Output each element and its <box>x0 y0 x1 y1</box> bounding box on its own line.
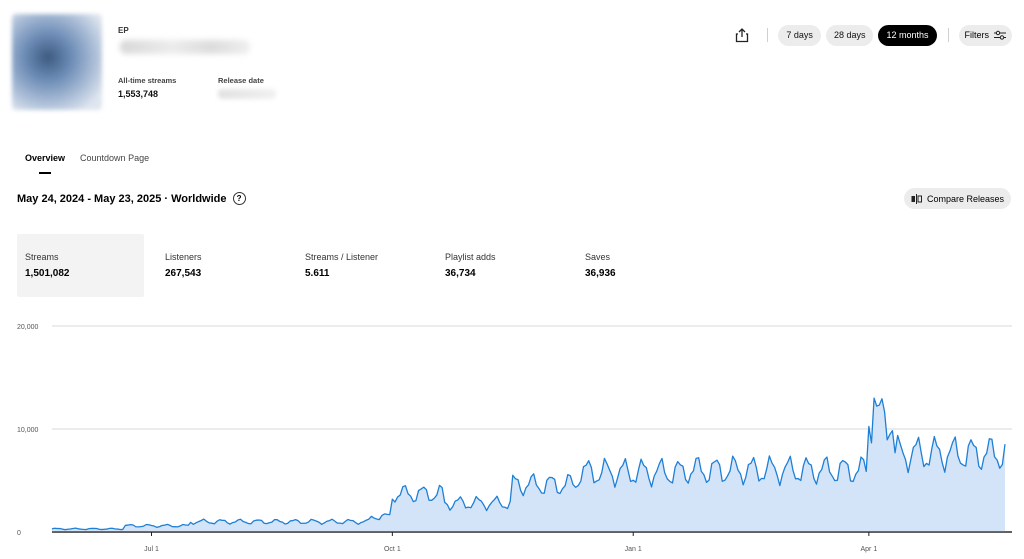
all-time-streams-label: All-time streams <box>118 76 177 85</box>
x-tick-label: Jul 1 <box>144 546 159 553</box>
stats-row: Streams 1,501,082 Listeners 267,543 Stre… <box>17 234 717 297</box>
release-header: EP All-time streams 1,553,748 Release da… <box>0 0 1024 120</box>
release-date-redacted <box>218 89 276 99</box>
toolbar-divider <box>767 28 769 42</box>
stat-value: 267,543 <box>165 268 202 279</box>
stat-label: Listeners <box>165 252 202 262</box>
stat-value: 1,501,082 <box>25 268 70 279</box>
x-tick-label: Apr 1 <box>860 546 877 553</box>
range-28-days-button[interactable]: 28 days <box>825 24 874 46</box>
compare-releases-button[interactable]: Compare Releases <box>903 188 1011 209</box>
range-12-months-button[interactable]: 12 months <box>878 24 937 46</box>
stat-label: Streams / Listener <box>305 252 379 262</box>
share-icon <box>736 27 749 42</box>
toolbar-divider <box>947 28 949 42</box>
tab-overview[interactable]: Overview <box>25 153 65 174</box>
release-title-redacted <box>120 40 250 54</box>
stat-playlist-adds[interactable]: Playlist adds 36,734 <box>437 234 564 297</box>
streams-chart: 0 10,000 20,000 Jul 1 Oct 1 Jan 1 Apr 1 <box>0 316 1024 559</box>
stat-label: Playlist adds <box>445 252 496 262</box>
tab-countdown-page[interactable]: Countdown Page <box>80 153 149 169</box>
release-type: EP <box>118 26 129 35</box>
compare-releases-label: Compare Releases <box>926 193 1004 204</box>
y-tick-label: 0 <box>17 530 21 537</box>
help-icon[interactable]: ? <box>232 192 246 205</box>
stat-saves[interactable]: Saves 36,936 <box>577 234 704 297</box>
range-7-days-button[interactable]: 7 days <box>778 24 821 46</box>
x-tick-label: Jan 1 <box>625 546 642 553</box>
release-date: Release date <box>218 76 276 99</box>
all-time-streams-value: 1,553,748 <box>118 89 159 99</box>
all-time-streams: All-time streams 1,553,748 <box>118 76 176 99</box>
stat-value: 36,734 <box>445 268 476 279</box>
release-date-label: Release date <box>218 76 264 85</box>
y-tick-label: 10,000 <box>17 427 39 434</box>
stat-streams-per-listener[interactable]: Streams / Listener 5.611 <box>297 234 424 297</box>
stat-listeners[interactable]: Listeners 267,543 <box>157 234 284 297</box>
stat-value: 36,936 <box>585 268 616 279</box>
compare-icon <box>911 193 922 204</box>
share-button[interactable] <box>731 24 753 46</box>
date-range-text: May 24, 2024 - May 23, 2025 · Worldwide <box>17 192 227 205</box>
filters-label: Filters <box>964 30 990 40</box>
y-tick-label: 20,000 <box>17 324 39 331</box>
date-range-heading: May 24, 2024 - May 23, 2025 · Worldwide … <box>17 192 246 205</box>
stat-streams[interactable]: Streams 1,501,082 <box>17 234 144 297</box>
filters-button[interactable]: Filters <box>958 24 1012 46</box>
streams-chart-svg: 0 10,000 20,000 Jul 1 Oct 1 Jan 1 Apr 1 <box>17 324 1012 553</box>
tab-bar: Overview Countdown Page <box>25 153 164 174</box>
stat-label: Saves <box>585 252 611 262</box>
series-area <box>52 398 1005 532</box>
release-cover-art <box>12 14 102 110</box>
sliders-icon <box>994 30 1006 40</box>
stat-value: 5.611 <box>305 268 330 279</box>
toolbar: 7 days 28 days 12 months Filters <box>731 24 1012 46</box>
x-tick-label: Oct 1 <box>384 546 401 553</box>
stat-label: Streams <box>25 252 59 262</box>
